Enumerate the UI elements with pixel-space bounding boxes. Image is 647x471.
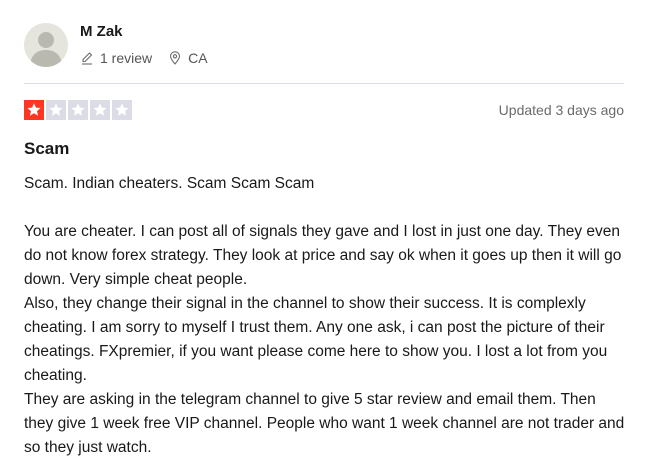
review-paragraph: You are cheater. I can post all of signa… bbox=[24, 223, 622, 288]
star-empty-icon bbox=[68, 100, 88, 120]
star-rating bbox=[24, 100, 134, 120]
review-paragraph: Also, they change their signal in the ch… bbox=[24, 295, 608, 384]
star-filled-icon bbox=[24, 100, 44, 120]
reviewer-meta: 1 review CA bbox=[80, 50, 208, 66]
reviewer-name[interactable]: M Zak bbox=[80, 22, 208, 42]
updated-date: Updated 3 days ago bbox=[498, 102, 624, 118]
avatar[interactable] bbox=[24, 23, 68, 67]
review-paragraph: They are asking in the telegram channel … bbox=[24, 391, 625, 456]
reviewer-info: M Zak 1 review CA bbox=[80, 20, 208, 66]
star-empty-icon bbox=[46, 100, 66, 120]
pencil-icon bbox=[82, 52, 93, 65]
star-empty-icon bbox=[90, 100, 110, 120]
review-title[interactable]: Scam bbox=[24, 138, 69, 160]
reviewer-location: CA bbox=[168, 50, 208, 66]
rating-row: Updated 3 days ago bbox=[24, 100, 624, 120]
review-count-label: 1 review bbox=[100, 50, 153, 66]
location-label: CA bbox=[188, 50, 208, 66]
review-count: 1 review bbox=[80, 50, 152, 66]
review-body: Scam. Indian cheaters. Scam Scam Scam Yo… bbox=[24, 172, 626, 460]
divider bbox=[24, 83, 624, 84]
review-summary: Scam. Indian cheaters. Scam Scam Scam bbox=[24, 175, 315, 192]
reviewer-header: M Zak 1 review CA bbox=[24, 20, 208, 67]
star-empty-icon bbox=[112, 100, 132, 120]
user-silhouette-icon bbox=[30, 32, 62, 67]
map-pin-icon bbox=[170, 51, 181, 65]
review-card: M Zak 1 review CA Updated 3 days ago Sca… bbox=[0, 0, 647, 471]
